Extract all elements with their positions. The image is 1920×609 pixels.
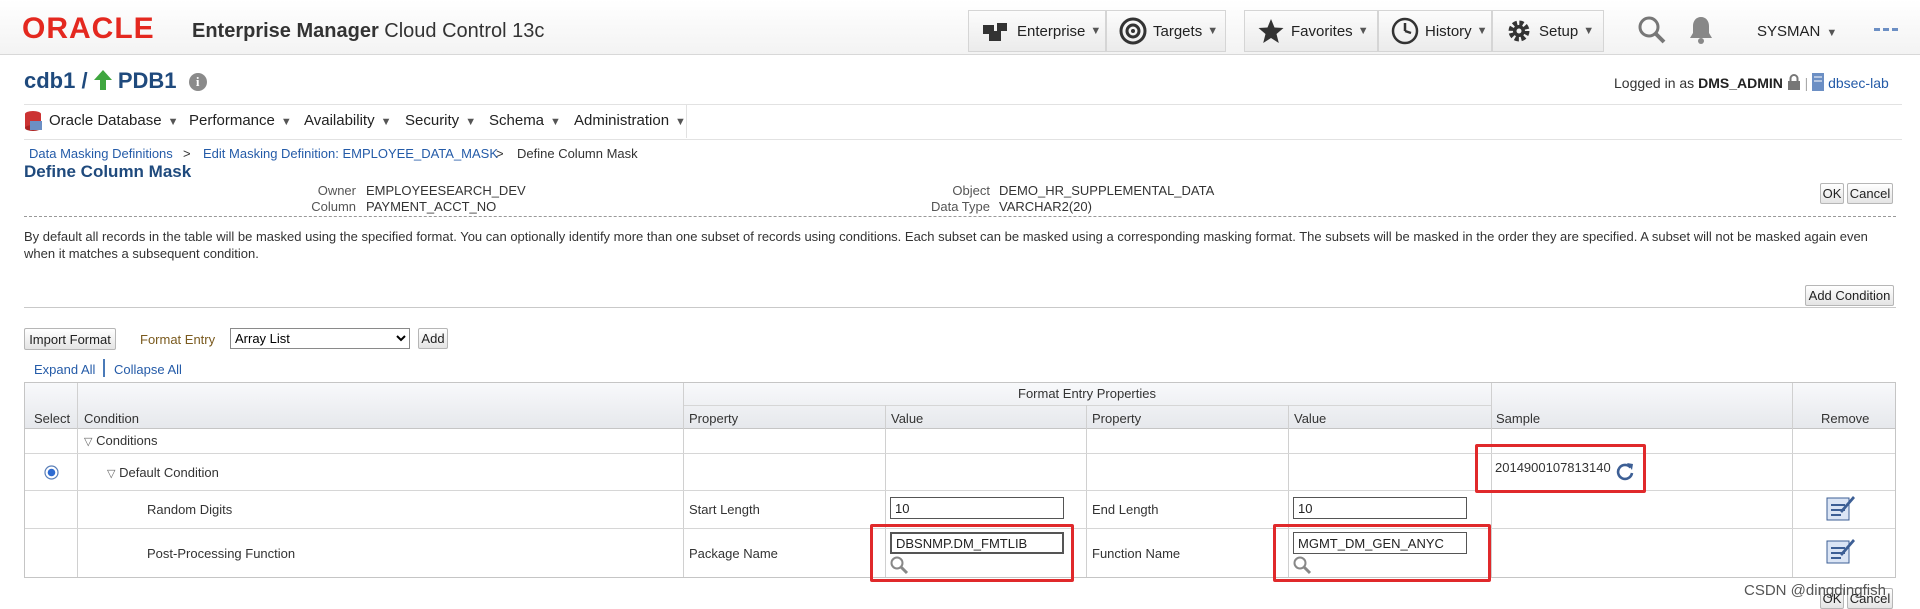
sample-value: 2014900107813140 — [1495, 460, 1611, 475]
link-divider — [103, 359, 105, 377]
product-name: Enterprise Manager Cloud Control 13c — [192, 20, 545, 42]
info-icon[interactable]: i — [188, 73, 207, 92]
target-title: cdb1 / PDB1 i — [24, 68, 207, 94]
targets-icon — [1119, 17, 1147, 45]
default-condition-row[interactable]: ▽ Default Condition — [107, 465, 219, 480]
header-subline — [683, 405, 1491, 406]
add-format-button[interactable]: Add — [418, 328, 448, 349]
search-icon[interactable] — [1636, 14, 1668, 46]
collapse-triangle-icon[interactable]: ▽ — [107, 468, 115, 480]
col-header-value: Value — [891, 411, 924, 426]
targets-menu[interactable]: Targets ▼ — [1106, 10, 1226, 52]
owner-value: EMPLOYEESEARCH_DEV — [366, 183, 526, 198]
breadcrumb-sep: > — [183, 146, 191, 161]
menu-availability[interactable]: Availability ▼ — [304, 112, 391, 129]
menu-security[interactable]: Security ▼ — [405, 112, 476, 129]
col-divider — [77, 383, 78, 577]
col-divider — [1792, 383, 1793, 577]
history-menu[interactable]: History ▼ — [1378, 10, 1492, 52]
edit-icon[interactable] — [1826, 536, 1856, 564]
gear-icon — [1508, 20, 1530, 42]
header-bottom-line — [25, 428, 1895, 429]
end-length-label: End Length — [1092, 502, 1159, 517]
breadcrumb-sep: > — [496, 146, 504, 161]
cancel-button-top[interactable]: Cancel — [1847, 183, 1893, 204]
package-name-input[interactable] — [890, 532, 1064, 554]
col-header-select: Select — [34, 411, 71, 426]
package-name-label: Package Name — [689, 546, 778, 561]
random-digits-label: Random Digits — [147, 502, 233, 517]
clock-icon — [1391, 17, 1419, 45]
object-label: Object — [952, 183, 990, 198]
status-up-icon — [93, 70, 112, 90]
start-length-label: Start Length — [689, 502, 760, 517]
database-icon — [25, 111, 42, 131]
format-entry-select[interactable]: Array List — [230, 328, 410, 349]
star-icon — [1258, 19, 1284, 43]
user-menu[interactable]: SYSMAN ▼ — [1757, 23, 1837, 40]
lock-icon — [1787, 74, 1800, 90]
menu-schema[interactable]: Schema ▼ — [489, 112, 561, 129]
enterprise-menu[interactable]: Enterprise ▼ — [968, 10, 1106, 52]
menu-performance[interactable]: Performance ▼ — [189, 112, 292, 129]
import-format-button[interactable]: Import Format — [24, 328, 116, 350]
object-value: DEMO_HR_SUPPLEMENTAL_DATA — [999, 183, 1215, 198]
function-name-input[interactable] — [1293, 532, 1467, 554]
menubar-divider — [686, 104, 687, 138]
breadcrumb-current: Define Column Mask — [517, 146, 638, 161]
ok-button-top[interactable]: OK — [1820, 183, 1844, 204]
col-header-sample: Sample — [1496, 411, 1541, 426]
function-name-label: Function Name — [1092, 546, 1181, 561]
edit-icon[interactable] — [1826, 493, 1856, 521]
col-divider — [1086, 405, 1087, 577]
dashed-divider — [24, 216, 1896, 217]
breadcrumb-masking-definitions[interactable]: Data Masking Definitions — [29, 146, 173, 161]
start-length-input[interactable] — [890, 497, 1064, 519]
login-info: Logged in as DMS_ADMIN | dbsec-lab — [1614, 73, 1889, 91]
collapse-triangle-icon[interactable]: ▽ — [84, 436, 92, 448]
col-header-property: Property — [689, 411, 739, 426]
favorites-menu[interactable]: Favorites ▼ — [1244, 10, 1378, 52]
end-length-input[interactable] — [1293, 497, 1467, 519]
search-icon[interactable] — [1292, 555, 1312, 575]
select-radio[interactable] — [44, 465, 59, 480]
datatype-value: VARCHAR2(20) — [999, 199, 1092, 214]
format-entry-label: Format Entry — [140, 332, 216, 347]
breadcrumb-edit-masking-definition[interactable]: Edit Masking Definition: EMPLOYEE_DATA_M… — [203, 146, 498, 161]
col-header-remove: Remove — [1821, 411, 1870, 426]
add-condition-button[interactable]: Add Condition — [1805, 285, 1894, 306]
col-header-property-2: Property — [1092, 411, 1142, 426]
conditions-row[interactable]: ▽ Conditions — [84, 433, 158, 448]
owner-label: Owner — [317, 183, 356, 198]
search-icon[interactable] — [889, 555, 909, 575]
more-icon[interactable] — [1874, 26, 1898, 36]
notifications-icon[interactable] — [1686, 14, 1716, 46]
menu-administration[interactable]: Administration ▼ — [574, 112, 686, 129]
col-divider — [683, 383, 684, 577]
format-entry-properties-header: Format Entry Properties — [1018, 386, 1156, 401]
enterprise-icon — [983, 23, 1007, 41]
refresh-icon[interactable] — [1615, 461, 1635, 481]
page-title: Define Column Mask — [24, 162, 192, 181]
expand-all-link[interactable]: Expand All — [34, 362, 95, 377]
col-header-condition: Condition — [84, 411, 139, 426]
watermark: CSDN @dingdingfish — [1744, 582, 1886, 599]
collapse-all-link[interactable]: Collapse All — [114, 362, 182, 377]
divider — [24, 307, 1896, 308]
oracle-logo: ORACLE — [22, 12, 155, 45]
setup-menu[interactable]: Setup ▼ — [1492, 10, 1604, 52]
description-text: By default all records in the table will… — [24, 229, 1868, 261]
datatype-label: Data Type — [930, 199, 990, 214]
col-header-value-2: Value — [1294, 411, 1327, 426]
menu-oracle-database[interactable]: Oracle Database ▼ — [49, 112, 178, 129]
column-label: Column — [311, 199, 356, 214]
host-link[interactable]: dbsec-lab — [1828, 75, 1889, 91]
post-processing-label: Post-Processing Function — [147, 546, 296, 561]
server-icon — [1812, 73, 1825, 91]
column-value: PAYMENT_ACCT_NO — [366, 199, 497, 214]
